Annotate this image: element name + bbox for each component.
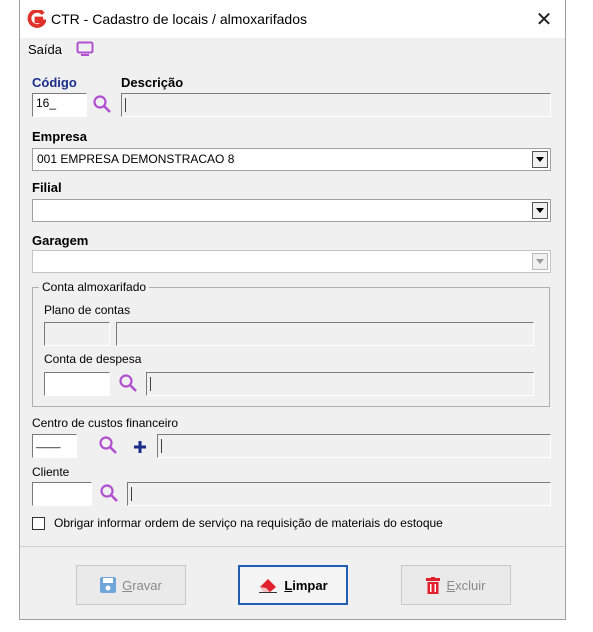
- cliente-code-input[interactable]: [32, 482, 92, 506]
- chevron-down-icon: [536, 208, 544, 213]
- close-button[interactable]: ✕: [529, 6, 559, 32]
- excluir-hotkey: E: [446, 577, 456, 593]
- excluir-label-rest: xcluir: [455, 577, 486, 593]
- plano-contas-code-input[interactable]: [44, 322, 110, 346]
- obrigar-os-label: Obrigar informar ordem de serviço na req…: [54, 516, 443, 530]
- centro-custos-search-icon[interactable]: [98, 435, 118, 455]
- descricao-label: Descrição: [121, 75, 184, 90]
- conta-despesa-desc-input[interactable]: [146, 372, 534, 396]
- monitor-icon[interactable]: [76, 41, 94, 57]
- gravar-hotkey: G: [122, 577, 133, 593]
- menu-saida[interactable]: Saída: [28, 42, 62, 57]
- centro-custos-desc-input[interactable]: [157, 434, 551, 458]
- garagem-label: Garagem: [32, 233, 89, 248]
- gravar-label-rest: ravar: [132, 577, 162, 593]
- conta-despesa-search-icon[interactable]: [118, 373, 138, 393]
- obrigar-os-checkbox[interactable]: [32, 517, 45, 530]
- garagem-dropdown-arrow[interactable]: [532, 253, 548, 270]
- plano-contas-label: Plano de contas: [44, 303, 131, 317]
- cliente-search-icon[interactable]: [99, 483, 119, 503]
- empresa-value: 001 EMPRESA DEMONSTRACAO 8: [37, 152, 235, 166]
- garagem-select[interactable]: [32, 250, 551, 273]
- cliente-desc-input[interactable]: [127, 482, 551, 506]
- excluir-button[interactable]: Excluir: [401, 565, 511, 605]
- main-window: CTR - Cadastro de locais / almoxarifados…: [19, 0, 566, 620]
- title-bar: CTR - Cadastro de locais / almoxarifados…: [20, 0, 565, 38]
- chevron-down-icon: [536, 157, 544, 162]
- codigo-label: Código: [32, 75, 77, 90]
- eraser-icon: [259, 579, 278, 593]
- trash-icon: [426, 576, 441, 594]
- window-title: CTR - Cadastro de locais / almoxarifados: [51, 11, 307, 27]
- plano-contas-desc-input[interactable]: [116, 322, 534, 346]
- chevron-down-icon: [536, 259, 544, 264]
- button-separator: [20, 546, 565, 547]
- descricao-input[interactable]: [121, 93, 551, 117]
- save-icon: [100, 577, 117, 593]
- empresa-label: Empresa: [32, 129, 87, 144]
- conta-despesa-label: Conta de despesa: [44, 352, 142, 366]
- limpar-button[interactable]: Limpar: [238, 565, 348, 605]
- plus-icon[interactable]: [134, 441, 146, 453]
- filial-select[interactable]: [32, 199, 551, 222]
- menu-bar: Saída: [20, 38, 565, 62]
- close-icon: ✕: [535, 8, 553, 31]
- empresa-dropdown-arrow[interactable]: [532, 151, 548, 168]
- gravar-button[interactable]: Gravar: [76, 565, 186, 605]
- filial-dropdown-arrow[interactable]: [532, 202, 548, 219]
- conta-despesa-code-input[interactable]: [44, 372, 110, 396]
- centro-custos-code-input[interactable]: ____: [32, 434, 77, 458]
- codigo-search-icon[interactable]: [92, 94, 112, 114]
- limpar-label-rest: impar: [292, 577, 328, 593]
- empresa-select[interactable]: 001 EMPRESA DEMONSTRACAO 8: [32, 148, 551, 171]
- app-logo-icon: [27, 10, 46, 28]
- centro-custos-label: Centro de custos financeiro: [32, 416, 179, 430]
- cliente-label: Cliente: [32, 465, 70, 479]
- codigo-input[interactable]: 16_: [32, 93, 87, 117]
- filial-label: Filial: [32, 180, 62, 195]
- conta-almoxarifado-title: Conta almoxarifado: [39, 280, 150, 294]
